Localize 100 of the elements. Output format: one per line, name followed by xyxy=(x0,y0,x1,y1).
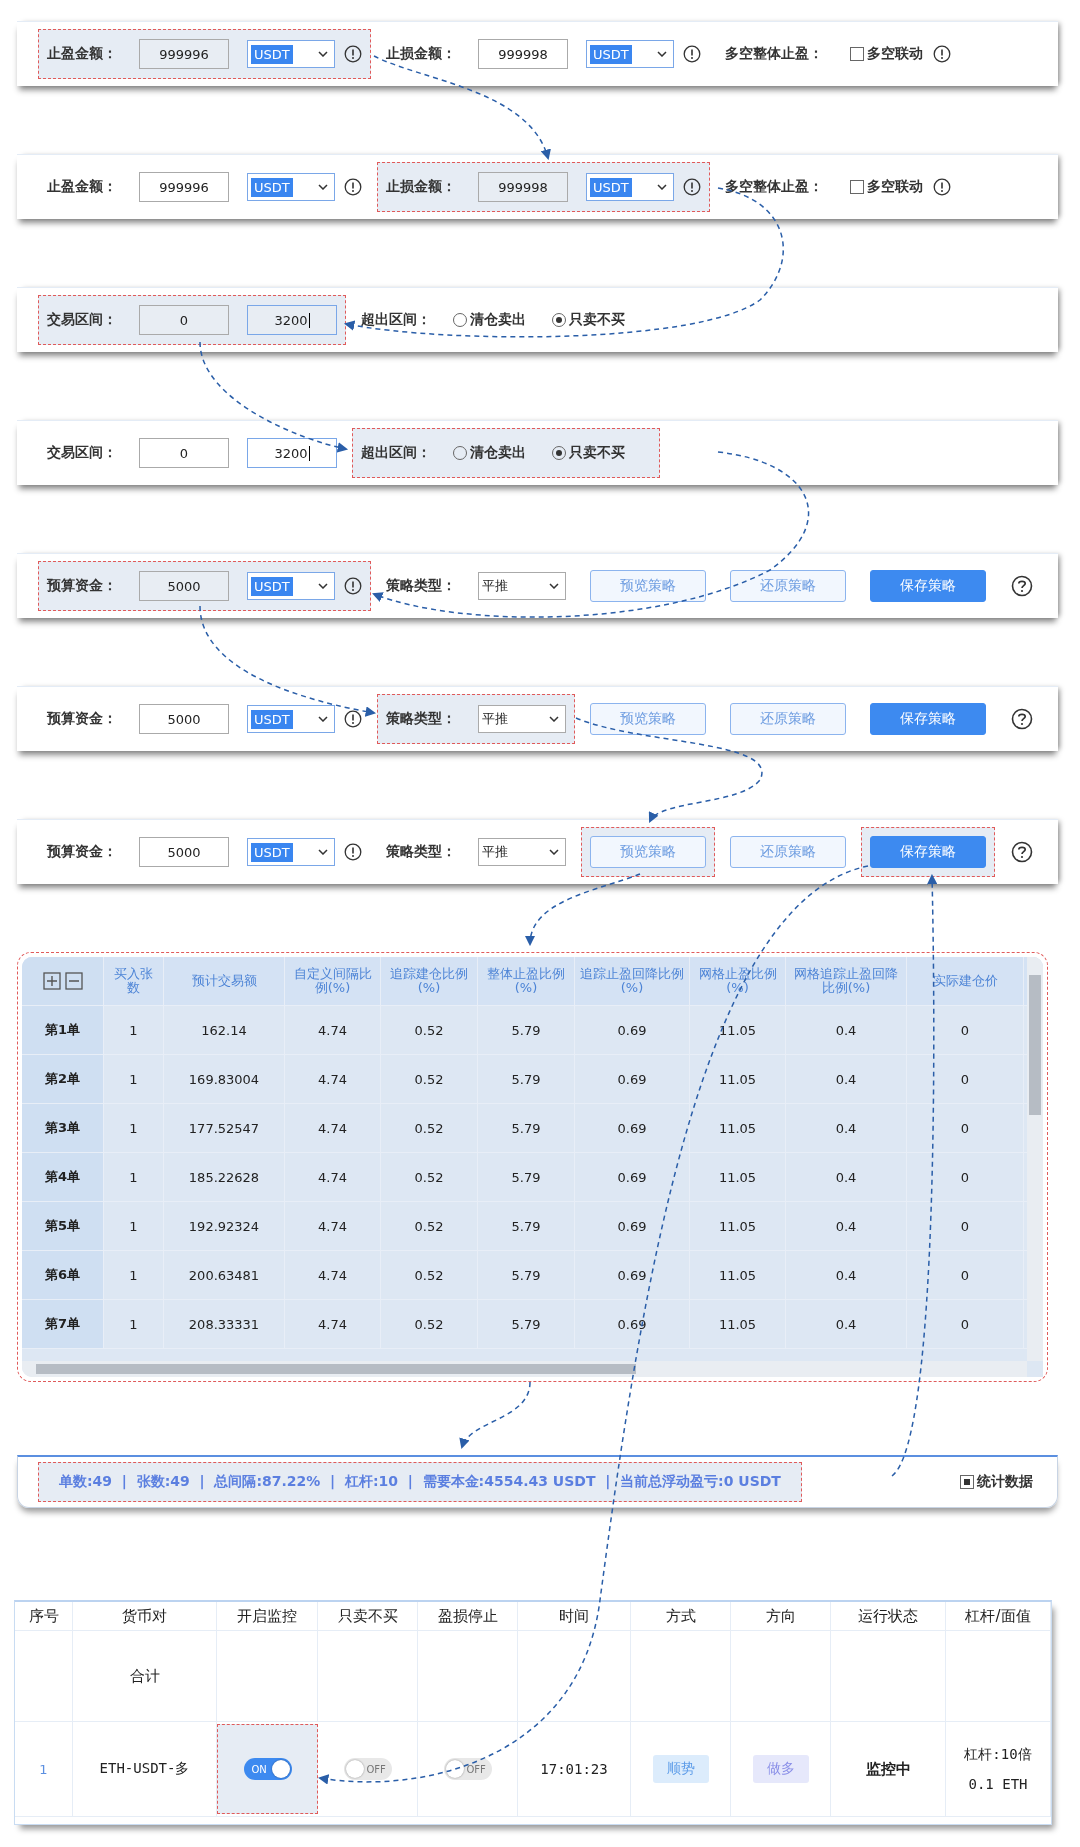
table-cell: 0 xyxy=(907,1104,1024,1152)
table-cell: 1 xyxy=(104,1006,164,1054)
column-header: 追踪建仓比例(%) xyxy=(381,957,478,1005)
info-icon[interactable] xyxy=(344,710,362,728)
table-cell: 0.69 xyxy=(575,1251,690,1299)
currency-select[interactable]: USDT xyxy=(247,572,335,600)
row-label: 第1单 xyxy=(22,1006,104,1054)
radio-option[interactable]: 只卖不买 xyxy=(552,444,625,462)
table-cell: 11.05 xyxy=(690,1055,786,1103)
table-cell: 0.4 xyxy=(786,1104,907,1152)
toggle-switch[interactable]: OFF xyxy=(343,1758,392,1780)
info-icon[interactable] xyxy=(933,45,951,63)
range-from-field[interactable]: 0 xyxy=(139,438,229,468)
caret-icon xyxy=(318,716,328,722)
caret-icon xyxy=(318,583,328,589)
radio-option[interactable]: 清仓卖出 xyxy=(453,311,526,329)
row-label: 第6单 xyxy=(22,1251,104,1299)
table-cell: 0 xyxy=(907,1300,1024,1348)
table-cell: 0.69 xyxy=(575,1300,690,1348)
checkbox[interactable]: 多空联动 xyxy=(850,45,923,63)
table-cell: 0.52 xyxy=(381,1202,478,1250)
amount-field[interactable]: 5000 xyxy=(139,837,229,867)
radio-option[interactable]: 只卖不买 xyxy=(552,311,625,329)
range-to-field[interactable]: 3200 xyxy=(247,305,337,335)
info-icon[interactable] xyxy=(344,45,362,63)
toggle-switch[interactable]: OFF xyxy=(443,1758,492,1780)
table-cell: 192.92324 xyxy=(164,1202,285,1250)
amount-field[interactable]: 999996 xyxy=(139,39,229,69)
row-label: 第5单 xyxy=(22,1202,104,1250)
info-icon[interactable] xyxy=(683,178,701,196)
table-cell: 0.69 xyxy=(575,1006,690,1054)
table-cell: 0 xyxy=(907,1055,1024,1103)
currency-select[interactable]: USDT xyxy=(247,173,335,201)
table-cell: 0.52 xyxy=(381,1251,478,1299)
table-cell: 4.74 xyxy=(285,1300,381,1348)
table-cell: 1 xyxy=(15,1722,73,1816)
table-cell: 169.83004 xyxy=(164,1055,285,1103)
range-to-field[interactable]: 3200 xyxy=(247,438,337,468)
table-cell: 0 xyxy=(907,1006,1024,1054)
column-header: 追踪止盈回降比例(%) xyxy=(575,957,690,1005)
column-header: 预计交易额 xyxy=(164,957,285,1005)
caret-icon xyxy=(318,184,328,190)
strategy-select[interactable]: 平推 xyxy=(478,572,566,600)
currency-select[interactable]: USDT xyxy=(247,40,335,68)
currency-select[interactable]: USDT xyxy=(586,173,674,201)
field-label: 预算资金： xyxy=(47,843,118,861)
table-cell: 11.05 xyxy=(690,1251,786,1299)
checkbox[interactable]: 多空联动 xyxy=(850,178,923,196)
expand-icon[interactable] xyxy=(42,972,61,990)
column-header: 方向 xyxy=(731,1602,831,1630)
collapse-icon[interactable] xyxy=(64,972,83,990)
strategy-select[interactable]: 平推 xyxy=(478,705,566,733)
currency-select[interactable]: USDT xyxy=(586,40,674,68)
strategy-select[interactable]: 平推 xyxy=(478,838,566,866)
info-icon[interactable] xyxy=(344,843,362,861)
table-cell: 11.05 xyxy=(690,1202,786,1250)
info-icon[interactable] xyxy=(344,178,362,196)
table-cell: 0.52 xyxy=(381,1055,478,1103)
help-icon[interactable] xyxy=(1011,575,1033,597)
amount-field[interactable]: 999998 xyxy=(478,172,568,202)
column-header: 序号 xyxy=(15,1602,73,1630)
column-header: 网格止盈比例(%) xyxy=(690,957,786,1005)
table-cell: 0.4 xyxy=(786,1153,907,1201)
column-header: 只卖不买 xyxy=(318,1602,418,1630)
field-label: 多空整体止盈： xyxy=(725,178,824,196)
table-cell: 177.52547 xyxy=(164,1104,285,1152)
vertical-scrollbar[interactable] xyxy=(1027,957,1043,1361)
field-label: 多空整体止盈： xyxy=(725,45,824,63)
table-cell: 1 xyxy=(104,1251,164,1299)
currency-select[interactable]: USDT xyxy=(247,705,335,733)
table-cell: 11.05 xyxy=(690,1153,786,1201)
amount-field[interactable]: 999998 xyxy=(478,39,568,69)
help-icon[interactable] xyxy=(1011,708,1033,730)
info-icon[interactable] xyxy=(933,178,951,196)
row-label: 第7单 xyxy=(22,1300,104,1348)
table-cell: 5.79 xyxy=(478,1251,575,1299)
table-cell: 4.74 xyxy=(285,1055,381,1103)
range-from-field[interactable]: 0 xyxy=(139,305,229,335)
caret-icon xyxy=(318,849,328,855)
table-cell: 11.05 xyxy=(690,1104,786,1152)
caret-icon xyxy=(549,716,559,722)
table-cell: 0.52 xyxy=(381,1006,478,1054)
caret-icon xyxy=(657,51,667,57)
info-icon[interactable] xyxy=(683,45,701,63)
column-header: 整体止盈比例(%) xyxy=(478,957,575,1005)
amount-field[interactable]: 5000 xyxy=(139,704,229,734)
amount-field[interactable]: 5000 xyxy=(139,571,229,601)
horizontal-scrollbar[interactable] xyxy=(22,1361,1027,1377)
table-cell: 162.14 xyxy=(164,1006,285,1054)
table-cell: 1 xyxy=(104,1104,164,1152)
help-icon[interactable] xyxy=(1011,841,1033,863)
checkbox[interactable]: 统计数据 xyxy=(960,1473,1033,1491)
info-icon[interactable] xyxy=(344,577,362,595)
amount-field[interactable]: 999996 xyxy=(139,172,229,202)
direction-tag: 做多 xyxy=(752,1755,809,1783)
radio-option[interactable]: 清仓卖出 xyxy=(453,444,526,462)
field-label: 策略类型： xyxy=(386,843,457,861)
stats-text: 单数:49 | 张数:49 | 总间隔:87.22% | 杠杆:10 | 需要本金:4554.43 USDT | 当前总浮动盈亏:0 USDT xyxy=(38,1462,802,1502)
currency-select[interactable]: USDT xyxy=(247,838,335,866)
column-header: 自定义间隔比例(%) xyxy=(285,957,381,1005)
